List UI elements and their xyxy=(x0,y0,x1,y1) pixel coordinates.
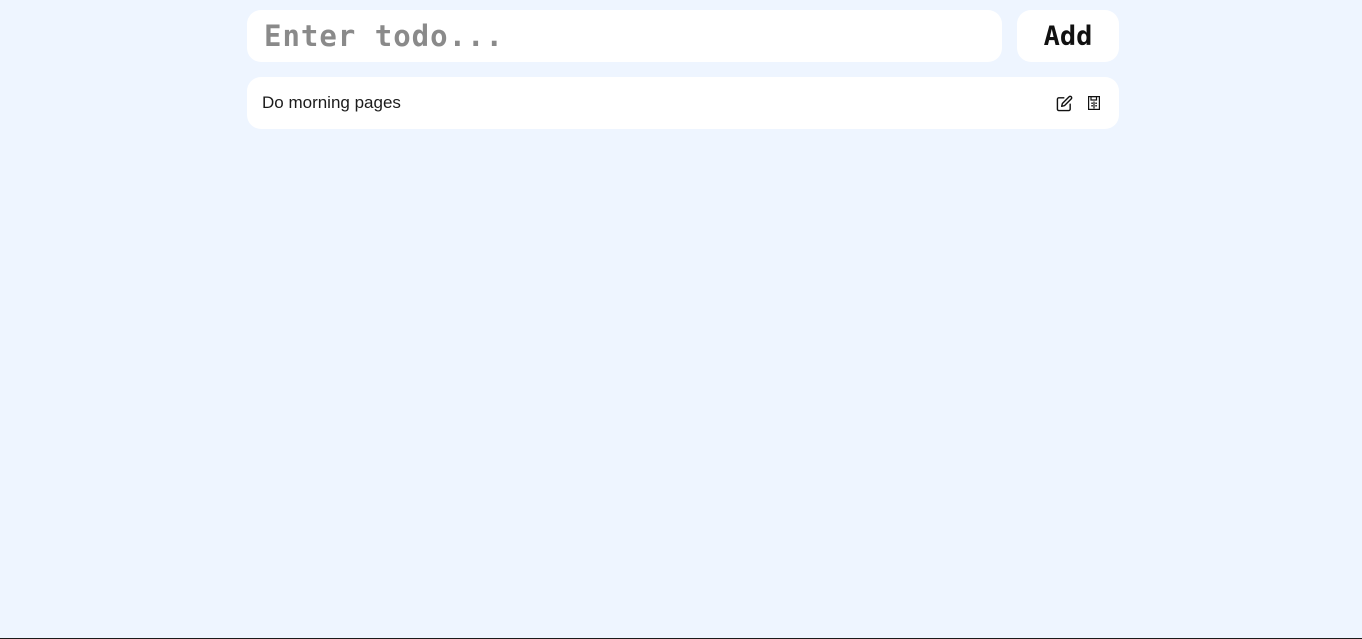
save-button[interactable] xyxy=(1084,93,1104,113)
edit-button[interactable] xyxy=(1054,93,1074,113)
todo-input[interactable] xyxy=(247,10,1002,62)
save-icon xyxy=(1088,96,1100,110)
todo-container: Add Do morning pages xyxy=(247,10,1119,139)
todo-app: Add Do morning pages xyxy=(0,0,1362,639)
todo-text: Do morning pages xyxy=(262,93,401,112)
add-button[interactable]: Add xyxy=(1017,10,1119,62)
edit-icon xyxy=(1056,95,1072,111)
todo-item: Do morning pages xyxy=(247,77,1119,129)
todo-form: Add xyxy=(247,10,1119,62)
todo-list: Do morning pages xyxy=(247,77,1119,129)
